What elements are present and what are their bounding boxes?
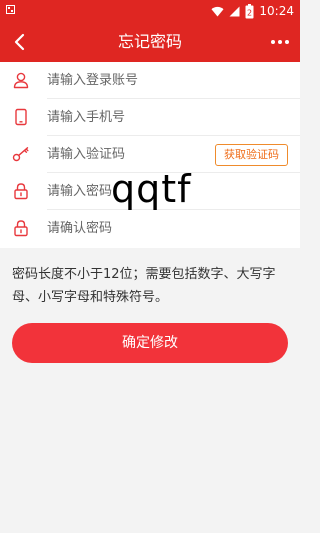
confirm-row[interactable]: 请确认密码 [0, 210, 300, 247]
watermark-text: qqtf [111, 167, 192, 211]
phone-icon [15, 108, 27, 126]
password-hint: 密码长度不小于12位；需要包括数字、大写字母、小写字母和特殊符号。 [12, 267, 276, 305]
account-row[interactable]: 请输入登录账号 [0, 62, 300, 99]
phone-input[interactable]: 请输入手机号 [47, 99, 125, 136]
status-bar: 2 10:24 [0, 0, 300, 22]
app-notification-icon [6, 5, 15, 14]
lock-icon [14, 183, 28, 200]
page-title: 忘记密码 [117, 32, 182, 51]
battery-icon: 2 [245, 3, 254, 18]
key-icon [12, 147, 29, 162]
get-code-button[interactable]: 获取验证码 [215, 144, 288, 166]
lock-icon [14, 220, 28, 237]
battery-level: 2 [247, 8, 252, 17]
account-input[interactable]: 请输入登录账号 [47, 62, 138, 99]
phone-row[interactable]: 请输入手机号 [0, 99, 300, 136]
wifi-icon [211, 6, 224, 17]
signal-icon [229, 6, 240, 16]
more-menu-icon[interactable] [268, 30, 292, 54]
app-bar: 忘记密码 [0, 22, 300, 62]
confirm-change-button[interactable]: 确定修改 [12, 323, 288, 363]
confirm-password-input[interactable]: 请确认密码 [47, 210, 112, 247]
user-icon [13, 72, 29, 89]
password-input[interactable]: 请输入密码 [47, 173, 112, 210]
status-time: 10:24 [259, 4, 294, 18]
back-button-icon[interactable] [8, 30, 32, 54]
reset-form: 请输入登录账号 请输入手机号 请输入验证码 获取验证码 请输入密码 请确认密码 [0, 62, 300, 248]
